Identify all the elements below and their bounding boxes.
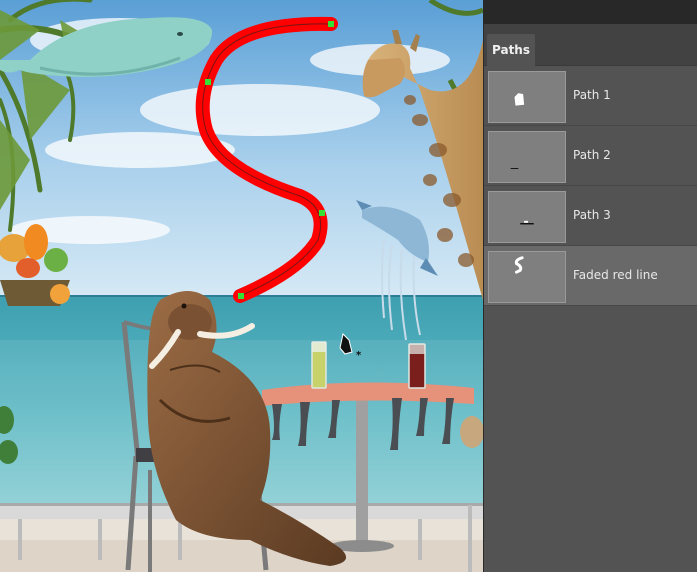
path-row-3[interactable]: Path 3: [484, 186, 697, 246]
path-row-1[interactable]: Path 1: [484, 66, 697, 126]
path-row-2[interactable]: Path 2: [484, 126, 697, 186]
svg-text:*: *: [356, 350, 362, 361]
anchor-point[interactable]: [238, 293, 244, 299]
anchor-point[interactable]: [205, 79, 211, 85]
anchor-point[interactable]: [328, 21, 334, 27]
panel-dock-header: [483, 0, 697, 24]
filled-shape-thumbnail: [488, 71, 566, 123]
tab-paths[interactable]: Paths: [487, 34, 535, 66]
path-row-4[interactable]: Faded red line: [484, 246, 697, 306]
short-line-thumbnail: [488, 131, 566, 183]
canvas-artwork: *: [0, 0, 483, 572]
panel-tab-bar: Paths: [484, 24, 697, 66]
line-thumbnail: [488, 191, 566, 243]
path-name: Path 3: [573, 208, 611, 222]
path-name: Path 1: [573, 88, 611, 102]
document-canvas[interactable]: *: [0, 0, 483, 572]
paths-panel: Paths Path 1 Path 2 Path 3 Faded red lin…: [483, 24, 697, 572]
path-name: Faded red line: [573, 268, 658, 282]
curved-stroke-thumbnail: [488, 251, 566, 303]
path-name: Path 2: [573, 148, 611, 162]
anchor-point[interactable]: [319, 210, 325, 216]
